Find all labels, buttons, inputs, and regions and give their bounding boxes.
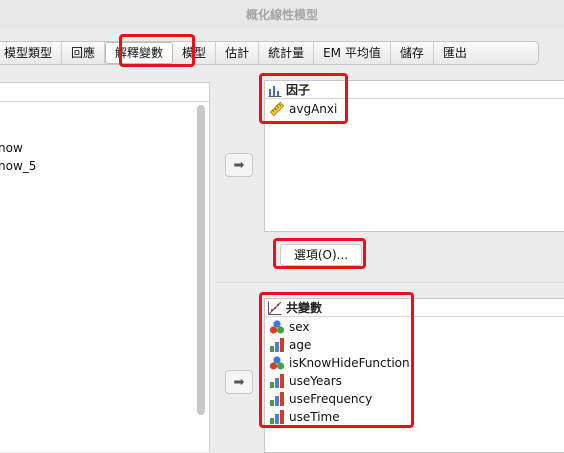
scale-ruler-icon	[269, 101, 285, 117]
tab-model-type[interactable]: 模型類型	[0, 42, 63, 64]
covariate-item-label: age	[289, 338, 312, 352]
ordinal-icon	[270, 392, 284, 406]
factor-icon	[268, 85, 282, 97]
covariate-item-label: useTime	[289, 410, 340, 424]
covariates-listbox[interactable]: 共變數 sex age isKnowHideFunction useYears …	[264, 298, 564, 453]
covariate-item-usefrequency[interactable]: useFrequency	[269, 390, 372, 408]
tab-statistics[interactable]: 統計量	[259, 42, 315, 64]
covariate-item-usetime[interactable]: useTime	[269, 408, 340, 426]
arrow-right-icon: ➡	[233, 374, 245, 390]
covariate-item-label: useYears	[289, 374, 342, 388]
covariates-header-label: 共變數	[286, 301, 323, 315]
window-titlebar: 概化線性模型	[0, 0, 564, 29]
tab-bar: 模型類型 回應 解釋變數 模型 估計 統計量 EM 平均值 儲存 匯出	[0, 28, 564, 74]
tab-strip: 模型類型 回應 解釋變數 模型 估計 統計量 EM 平均值 儲存 匯出	[0, 41, 539, 65]
nominal-icon	[269, 356, 285, 370]
tab-response[interactable]: 回應	[62, 42, 106, 64]
arrow-right-icon: ➡	[233, 157, 245, 173]
ordinal-icon	[270, 338, 284, 352]
covariates-header: 共變數	[265, 299, 564, 317]
variable-list[interactable]: now now_5	[0, 82, 210, 452]
covariate-item-useyears[interactable]: useYears	[269, 372, 342, 390]
move-to-covariates-button[interactable]: ➡	[225, 370, 253, 394]
tab-export[interactable]: 匯出	[434, 42, 476, 64]
factors-header: 因子	[265, 81, 564, 99]
tab-em-means[interactable]: EM 平均值	[314, 42, 391, 64]
variable-list-header	[0, 83, 209, 102]
tab-estimation[interactable]: 估計	[216, 42, 260, 64]
tab-model[interactable]: 模型	[173, 42, 217, 64]
factors-header-label: 因子	[286, 83, 311, 97]
factors-listbox[interactable]: 因子 avgAnxi	[264, 80, 564, 232]
covariate-icon	[268, 301, 282, 315]
covariate-item-label: useFrequency	[289, 392, 373, 406]
list-item[interactable]: now_5	[0, 159, 36, 173]
factor-item-avganxi[interactable]: avgAnxi	[269, 100, 337, 118]
options-button[interactable]: 選項(O)...	[280, 244, 362, 266]
nominal-icon	[269, 320, 285, 334]
tab-predictors[interactable]: 解釋變數	[105, 42, 174, 64]
covariate-item-sex[interactable]: sex	[269, 318, 310, 336]
covariate-item-isknowhidefunction[interactable]: isKnowHideFunction	[269, 354, 410, 372]
window-title: 概化線性模型	[245, 8, 318, 22]
ordinal-icon	[270, 410, 284, 424]
section-divider	[216, 282, 564, 283]
ordinal-icon	[270, 374, 284, 388]
vertical-scrollbar[interactable]	[197, 105, 205, 415]
factor-item-label: avgAnxi	[289, 102, 338, 116]
covariate-item-age[interactable]: age	[269, 336, 311, 354]
move-to-factors-button[interactable]: ➡	[225, 153, 253, 177]
list-item[interactable]: now	[0, 141, 23, 155]
covariate-item-label: sex	[289, 320, 310, 334]
tab-save[interactable]: 儲存	[391, 42, 434, 64]
covariate-item-label: isKnowHideFunction	[289, 356, 410, 370]
